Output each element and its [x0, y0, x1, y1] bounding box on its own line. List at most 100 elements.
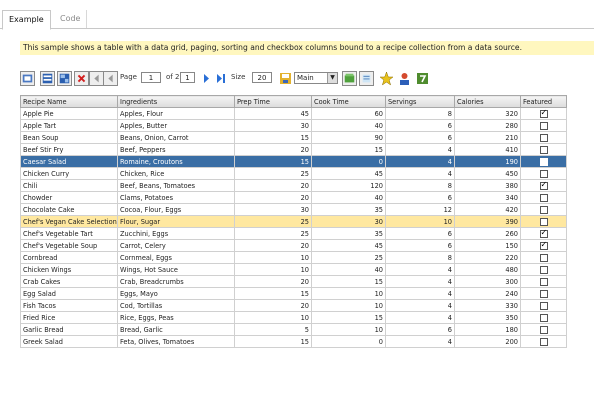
cell-prep-time: 5 — [234, 323, 312, 336]
cell-cook-time: 15 — [311, 143, 386, 156]
cell-ingredients: Bread, Garlic — [117, 323, 235, 336]
table-row[interactable]: Chicken Curry Chicken, Rice 25 45 4 450 — [20, 167, 567, 180]
delete-icon[interactable] — [74, 71, 89, 86]
refresh-icon[interactable] — [57, 71, 72, 86]
featured-checkbox[interactable] — [539, 157, 548, 166]
page-of-label: of 2 — [166, 73, 180, 81]
cell-ingredients: Apples, Flour — [117, 107, 235, 120]
featured-checkbox[interactable] — [539, 169, 548, 178]
cell-ingredients: Flour, Sugar — [117, 215, 235, 228]
cell-servings: 10 — [385, 215, 455, 228]
cell-cook-time: 30 — [311, 215, 386, 228]
cell-calories: 420 — [454, 203, 521, 216]
table-row[interactable]: Chef's Vegetable Soup Carrot, Celery 20 45 6… — [20, 239, 567, 252]
table-row[interactable]: Cornbread Cornmeal, Eggs 10 25 8 220 — [20, 251, 567, 264]
column-header-calories[interactable]: Calories — [454, 95, 521, 108]
featured-checkbox[interactable] — [539, 181, 548, 190]
cell-featured — [520, 179, 567, 192]
star-icon[interactable] — [379, 71, 394, 86]
featured-checkbox[interactable] — [539, 313, 548, 322]
first-page-icon[interactable] — [20, 71, 35, 86]
cell-featured — [520, 323, 567, 336]
featured-checkbox[interactable] — [539, 325, 548, 334]
cell-prep-time: 10 — [234, 263, 312, 276]
table-row[interactable]: Caesar Salad Romaine, Croutons 15 0 4 190 — [20, 155, 567, 168]
cell-ingredients: Apples, Butter — [117, 119, 235, 132]
featured-checkbox[interactable] — [539, 265, 548, 274]
prev-icon[interactable] — [89, 71, 104, 86]
cell-cook-time: 25 — [311, 251, 386, 264]
featured-checkbox[interactable] — [539, 217, 548, 226]
column-header-ingredients[interactable]: Ingredients — [117, 95, 235, 108]
table-row[interactable]: Chicken Wings Wings, Hot Sauce 10 40 4 480 — [20, 263, 567, 276]
page-size-input[interactable]: 20 — [252, 72, 272, 83]
table-row[interactable]: Bean Soup Beans, Onion, Carrot 15 90 6 210 — [20, 131, 567, 144]
export-icon[interactable] — [40, 71, 55, 86]
cell-calories: 210 — [454, 131, 521, 144]
column-header-featured[interactable]: Featured — [520, 95, 567, 108]
table-row[interactable]: Apple Tart Apples, Butter 30 40 6 280 — [20, 119, 567, 132]
table-row[interactable]: Crab Cakes Crab, Breadcrumbs 20 15 4 300 — [20, 275, 567, 288]
last-page-icon[interactable] — [213, 71, 228, 86]
column-header-prep-time[interactable]: Prep Time — [234, 95, 312, 108]
cell-featured — [520, 215, 567, 228]
table-row[interactable]: Chowder Clams, Potatoes 20 40 6 340 — [20, 191, 567, 204]
column-header-cook-time[interactable]: Cook Time — [311, 95, 386, 108]
featured-checkbox[interactable] — [539, 145, 548, 154]
cell-ingredients: Beef, Beans, Tomatoes — [117, 179, 235, 192]
table-row[interactable]: Chef's Vegetable Tart Zucchini, Eggs 25 35 6… — [20, 227, 567, 240]
table-row[interactable]: Egg Salad Eggs, Mayo 15 10 4 240 — [20, 287, 567, 300]
filter-select[interactable]: Main ▼ — [294, 72, 338, 84]
featured-checkbox[interactable] — [539, 337, 548, 346]
filter-icon[interactable] — [342, 71, 357, 86]
featured-checkbox[interactable] — [539, 109, 548, 118]
table-row[interactable]: Beef Stir Fry Beef, Peppers 20 15 4 410 — [20, 143, 567, 156]
tab-example[interactable]: Example — [2, 10, 51, 30]
page-input[interactable]: 1 — [141, 72, 161, 83]
cell-servings: 4 — [385, 299, 455, 312]
featured-checkbox[interactable] — [539, 193, 548, 202]
featured-checkbox[interactable] — [539, 205, 548, 214]
cell-ingredients: Zucchini, Eggs — [117, 227, 235, 240]
cell-prep-time: 20 — [234, 239, 312, 252]
cell-servings: 4 — [385, 143, 455, 156]
save-icon[interactable] — [278, 71, 293, 86]
featured-checkbox[interactable] — [539, 277, 548, 286]
tab-code[interactable]: Code — [54, 10, 88, 28]
cell-recipe-name: Crab Cakes — [20, 275, 118, 288]
cell-calories: 350 — [454, 311, 521, 324]
cell-servings: 4 — [385, 263, 455, 276]
cell-ingredients: Cornmeal, Eggs — [117, 251, 235, 264]
featured-checkbox[interactable] — [539, 253, 548, 262]
user-icon[interactable] — [397, 71, 412, 86]
cell-calories: 340 — [454, 191, 521, 204]
featured-checkbox[interactable] — [539, 121, 548, 130]
table-row[interactable]: Fish Tacos Cod, Tortillas 20 10 4 330 — [20, 299, 567, 312]
print-icon[interactable] — [359, 71, 374, 86]
table-row[interactable]: Chili Beef, Beans, Tomatoes 20 120 8 380 — [20, 179, 567, 192]
table-row[interactable]: Fried Rice Rice, Eggs, Peas 10 15 4 350 — [20, 311, 567, 324]
cell-recipe-name: Chili — [20, 179, 118, 192]
table-row[interactable]: Chef's Vegan Cake Selection Flour, Sugar 2… — [20, 215, 567, 228]
prev-page-icon[interactable] — [103, 71, 118, 86]
featured-checkbox[interactable] — [539, 229, 548, 238]
grid-body: Apple PieApples, Flour45608320Apple Tart… — [20, 107, 567, 348]
table-row[interactable]: Greek Salad Feta, Olives, Tomatoes 15 0 4 200 — [20, 335, 567, 348]
featured-checkbox[interactable] — [539, 133, 548, 142]
table-row[interactable]: Apple Pie Apples, Flour 45 60 8 320 — [20, 107, 567, 120]
column-header-recipe-name[interactable]: Recipe Name — [20, 95, 118, 108]
cell-cook-time: 120 — [311, 179, 386, 192]
column-header-servings[interactable]: Servings — [385, 95, 455, 108]
table-row[interactable]: Chocolate Cake Cocoa, Flour, Eggs 30 35 12 42… — [20, 203, 567, 216]
cell-featured — [520, 335, 567, 348]
cell-prep-time: 15 — [234, 335, 312, 348]
cell-featured — [520, 203, 567, 216]
table-row[interactable]: Garlic Bread Bread, Garlic 5 10 6 180 — [20, 323, 567, 336]
cell-calories: 410 — [454, 143, 521, 156]
help-icon[interactable] — [415, 71, 430, 86]
featured-checkbox[interactable] — [539, 241, 548, 250]
next-icon[interactable] — [199, 71, 214, 86]
featured-checkbox[interactable] — [539, 289, 548, 298]
featured-checkbox[interactable] — [539, 301, 548, 310]
cell-servings: 4 — [385, 155, 455, 168]
